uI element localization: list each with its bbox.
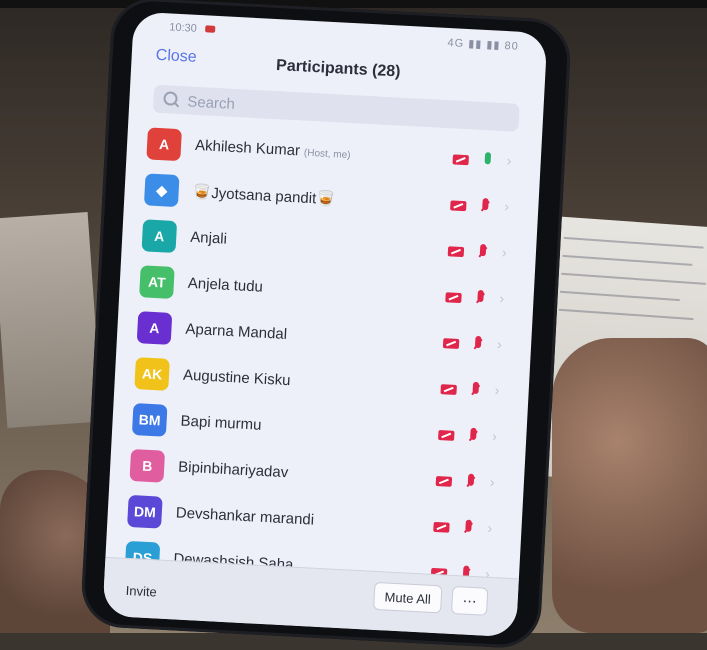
video-off-icon[interactable] <box>438 430 455 441</box>
chevron-right-icon[interactable]: › <box>502 244 508 260</box>
mic-off-icon[interactable] <box>472 381 480 395</box>
mic-off-icon[interactable] <box>470 427 477 441</box>
chevron-right-icon[interactable]: › <box>497 336 503 352</box>
mic-off-icon[interactable] <box>474 335 482 349</box>
participant-name: Anjela tudu <box>187 275 267 296</box>
participant-tag <box>318 517 319 528</box>
more-options-button[interactable]: ⋯ <box>450 585 489 616</box>
participant-tag: (Host, me) <box>303 147 351 162</box>
video-off-icon[interactable] <box>442 338 460 349</box>
mic-off-icon[interactable] <box>465 519 472 532</box>
avatar: B <box>129 448 166 483</box>
photo-top-strip <box>0 0 707 8</box>
video-off-icon[interactable] <box>450 200 467 212</box>
avatar: BM <box>131 403 168 437</box>
recording-icon <box>205 25 216 33</box>
video-off-icon[interactable] <box>445 292 462 304</box>
participant-tag <box>291 331 292 342</box>
participant-tag <box>231 236 232 247</box>
search-icon <box>163 91 178 106</box>
participant-name-text: Augustine Kisku <box>182 366 291 390</box>
chevron-right-icon[interactable]: › <box>504 198 510 214</box>
chevron-right-icon[interactable]: › <box>499 290 505 306</box>
avatar: AT <box>139 265 175 299</box>
video-off-icon[interactable] <box>440 384 457 395</box>
participant-name: Aparna Mandal <box>185 321 291 344</box>
chevron-right-icon[interactable]: › <box>489 474 495 490</box>
participant-name: Bipinbihariyadav <box>178 458 293 481</box>
mic-off-icon[interactable] <box>467 473 475 486</box>
participant-tag <box>292 469 293 480</box>
participant-name-text: Anjali <box>189 228 228 248</box>
avatar: ◆ <box>143 173 180 208</box>
video-off-icon[interactable] <box>433 521 450 533</box>
status-signal: 4G ▮▮ ▮▮ 80 <box>447 36 520 53</box>
chevron-right-icon[interactable]: › <box>487 520 493 536</box>
participant-name: Anjali <box>190 229 232 248</box>
participant-name: Devshankar marandi <box>175 504 318 528</box>
phone-screen: 10:30 4G ▮▮ ▮▮ 80 Close Participants (28… <box>102 11 548 638</box>
participant-name: 🥃Jyotsana pandit🥃 <box>192 183 339 209</box>
search-input[interactable] <box>184 90 510 130</box>
status-time: 10:30 <box>168 21 198 35</box>
background-paper-left <box>0 211 103 429</box>
participant-name-text: Anjela tudu <box>187 274 264 296</box>
video-off-icon[interactable] <box>447 246 465 258</box>
mute-all-button[interactable]: Mute All <box>373 581 443 614</box>
phone-device: 10:30 4G ▮▮ ▮▮ 80 Close Participants (28… <box>79 0 573 650</box>
video-off-icon[interactable] <box>435 475 453 487</box>
participant-name: Akhilesh Kumar (Host, me) <box>195 137 351 162</box>
mic-on-icon[interactable] <box>484 152 492 165</box>
participant-name-text: Akhilesh Kumar <box>194 136 301 160</box>
participants-list: A Akhilesh Kumar (Host, me) › ◆ 🥃Jyotsana pan… <box>104 119 542 600</box>
avatar: AK <box>134 357 170 391</box>
chevron-right-icon[interactable]: › <box>506 152 512 168</box>
participant-name-text: 🥃Jyotsana pandit🥃 <box>192 183 336 209</box>
hand-right <box>552 338 707 633</box>
video-off-icon[interactable] <box>452 154 469 166</box>
avatar: A <box>141 219 178 254</box>
participant-tag <box>266 284 267 295</box>
participant-name: Bapi murmu <box>180 413 266 434</box>
avatar: A <box>146 127 182 162</box>
participant-name: Augustine Kisku <box>183 367 295 390</box>
invite-button[interactable]: Invite <box>125 583 157 600</box>
mic-off-icon[interactable] <box>479 243 487 257</box>
mic-off-icon[interactable] <box>482 198 489 211</box>
participant-tag <box>338 197 339 208</box>
avatar: A <box>136 311 173 345</box>
participant-name-text: Aparna Mandal <box>185 320 288 343</box>
participant-name-text: Bapi murmu <box>180 412 262 434</box>
participant-tag <box>265 422 266 433</box>
participant-tag <box>294 377 295 388</box>
mic-off-icon[interactable] <box>477 289 484 303</box>
participant-name-text: Bipinbihariyadav <box>177 458 289 482</box>
participant-name-text: Devshankar marandi <box>175 504 315 529</box>
chevron-right-icon[interactable]: › <box>494 382 500 398</box>
avatar: DM <box>127 494 163 529</box>
chevron-right-icon[interactable]: › <box>492 428 498 444</box>
